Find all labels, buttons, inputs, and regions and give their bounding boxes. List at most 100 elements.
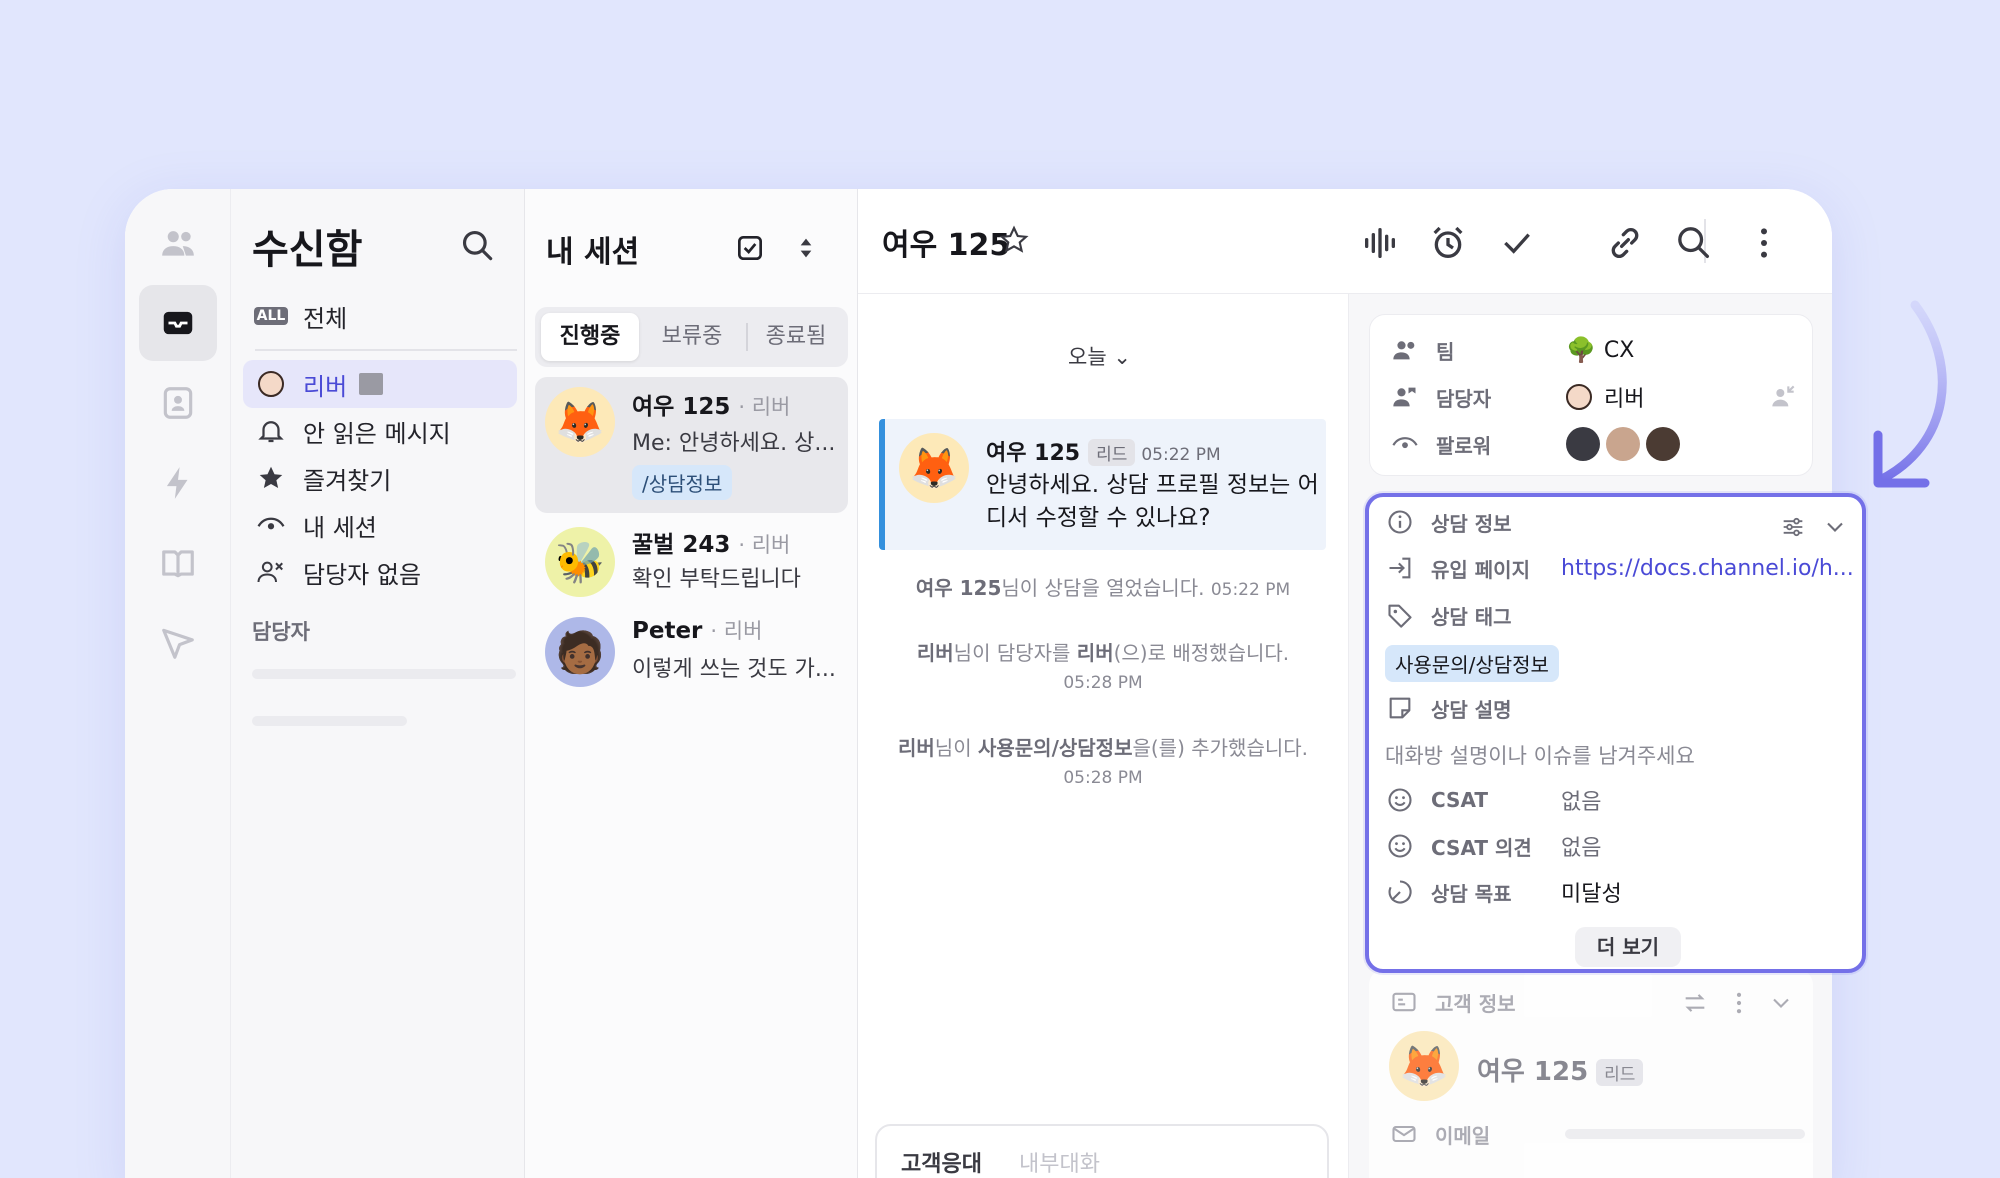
conversation-tag[interactable]: 사용문의/상담정보 (1385, 645, 1559, 682)
tab-customer-reply[interactable]: 고객응대 (901, 1146, 982, 1178)
customer-info-header[interactable]: 고객 정보 (1389, 987, 1565, 1017)
alarm-icon[interactable] (1428, 223, 1468, 263)
nav-user-river[interactable]: 리버 (243, 360, 517, 408)
desc-row: 상담 설명 (1385, 693, 1561, 723)
nav-unread[interactable]: 안 읽은 메시지 (243, 407, 517, 455)
composer[interactable]: 고객응대 내부대화 (875, 1124, 1329, 1178)
mail-icon (1389, 1119, 1419, 1149)
swap-icon[interactable] (1681, 989, 1709, 1017)
chevron-down-icon: ⌄ (1113, 345, 1131, 369)
link-icon[interactable] (1605, 223, 1645, 263)
session-card[interactable]: 🧑🏾 Peter · 리버 이렇게 쓰는 것도 가... (535, 609, 848, 745)
more-vertical-icon[interactable] (1744, 223, 1784, 263)
eye-icon (1390, 429, 1420, 459)
search-icon[interactable] (1674, 223, 1714, 263)
goal-row: 상담 목표 미달성 (1385, 876, 1622, 908)
email-row[interactable]: 이메일 (1389, 1119, 1805, 1149)
no-assignee-icon (255, 556, 287, 588)
unassign-icon[interactable] (1767, 381, 1799, 413)
check-icon[interactable] (1497, 223, 1537, 263)
nav-my-sessions[interactable]: 내 세션 (243, 501, 517, 549)
follower-row[interactable]: 팔로워 (1390, 427, 1680, 461)
avatar: 🦊 (899, 433, 969, 503)
more-vertical-icon[interactable] (1725, 989, 1753, 1017)
rail-inbox-button[interactable] (139, 285, 217, 361)
nav-unassigned[interactable]: 담당자 없음 (243, 548, 517, 596)
tab-closed[interactable]: 종료됨 (747, 313, 845, 361)
message-text: 안녕하세요. 상담 프로필 정보는 어디서 수정할 수 있나요? (986, 472, 1319, 531)
tab-snoozed[interactable]: 보류중 (643, 313, 741, 361)
loading-skeleton (252, 716, 407, 726)
tree-icon: 🌳 (1566, 336, 1596, 364)
tab-internal-chat[interactable]: 내부대화 (1019, 1146, 1100, 1178)
assignee-section-label: 담당자 (252, 620, 310, 644)
chevron-down-icon[interactable] (1767, 989, 1795, 1017)
divider (255, 349, 517, 351)
consultation-info-box: 상담 정보 유입 페이지 https://docs.channel.io/h..… (1365, 493, 1866, 973)
session-preview: 이렇게 쓰는 것도 가... (632, 657, 836, 682)
checkbox-icon[interactable] (734, 232, 766, 264)
show-more-button[interactable]: 더 보기 (1575, 927, 1681, 967)
tag-row: 상담 태그 (1385, 600, 1561, 630)
rail-contacts-button[interactable] (139, 205, 217, 281)
nav-rail (125, 189, 231, 1178)
description-input[interactable]: 대화방 설명이나 이슈를 남겨주세요 (1385, 740, 1695, 770)
pointer-arrow-icon (1873, 300, 1947, 488)
user-avatar-icon (255, 368, 287, 400)
avatar (1566, 427, 1600, 461)
voice-icon[interactable] (1360, 223, 1400, 263)
all-badge-icon: ALL (253, 300, 289, 332)
assignment-box: 팀 🌳 CX 담당자 리버 팔로워 (1369, 314, 1813, 476)
team-icon (1390, 335, 1420, 365)
note-icon (1385, 693, 1415, 723)
csat-row: CSAT 없음 (1385, 784, 1601, 816)
system-event: 리버님이 사용문의/상담정보을(를) 추가했습니다. 05:28 PM (897, 736, 1309, 788)
message-header: 여우 125 리드 05:22 PM (986, 439, 1221, 466)
inbox-title: 수신함 (252, 227, 363, 273)
sessions-list: 내 세션 진행중 보류중 종료됨 🦊 여우 125 · 리버 Me: 안녕하세요… (525, 189, 858, 1178)
nav-all[interactable]: ALL 전체 (243, 292, 517, 340)
rail-campaign-button[interactable] (139, 605, 217, 681)
info-header[interactable]: 상담 정보 (1385, 507, 1561, 537)
status-tabs: 진행중 보류중 종료됨 (535, 307, 848, 367)
page-row: 유입 페이지 https://docs.channel.io/h... (1385, 553, 1854, 583)
chat-message: 🦊 여우 125 리드 05:22 PM 안녕하세요. 상담 프로필 정보는 어디서… (879, 419, 1326, 550)
rail-profile-button[interactable] (139, 365, 217, 441)
sessions-title: 내 세션 (546, 235, 640, 270)
date-divider[interactable]: 오늘 ⌄ (1068, 341, 1131, 371)
contact-card-icon (163, 387, 193, 419)
chevron-down-icon[interactable] (1821, 513, 1849, 541)
nav-favorites[interactable]: 즐겨찾기 (243, 454, 517, 502)
building-icon (359, 373, 384, 395)
id-card-icon (1389, 987, 1419, 1017)
avatar (1566, 384, 1592, 410)
message-time: 05:22 PM (1141, 445, 1221, 465)
session-name: Peter · 리버 (632, 618, 763, 644)
nav-favorites-label: 즐겨찾기 (303, 466, 392, 495)
avatar: 🦊 (545, 387, 615, 457)
star-icon[interactable] (998, 224, 1030, 256)
nav-my-sessions-label: 내 세션 (303, 513, 377, 542)
nav-unassigned-label: 담당자 없음 (303, 560, 422, 589)
loading-skeleton (252, 669, 516, 679)
tab-open[interactable]: 진행중 (541, 313, 639, 361)
avatar (1646, 427, 1680, 461)
rail-automation-button[interactable] (139, 445, 217, 521)
rail-docs-button[interactable] (139, 525, 217, 601)
chat-title: 여우 125 (882, 228, 1011, 263)
info-icon (1385, 507, 1415, 537)
settings-sliders-icon[interactable] (1779, 513, 1807, 541)
people-icon (162, 231, 194, 256)
search-icon[interactable] (459, 227, 497, 265)
assignee-icon (1390, 382, 1420, 412)
avatar: 🐝 (545, 527, 615, 597)
eye-icon (255, 509, 287, 541)
bell-icon (255, 415, 287, 447)
page-link[interactable]: https://docs.channel.io/h... (1561, 556, 1854, 581)
assignee-row[interactable]: 담당자 리버 (1390, 381, 1644, 413)
send-icon (162, 628, 194, 659)
chat-area: 오늘 ⌄ 🦊 여우 125 리드 05:22 PM 안녕하세요. 상담 프로필 정보… (858, 189, 1348, 1178)
session-card[interactable]: 🦊 여우 125 · 리버 Me: 안녕하세요. 상... /상담정보 (535, 377, 848, 513)
sort-icon[interactable] (790, 232, 822, 264)
customer-name: 여우 125 리드 (1477, 1051, 1644, 1088)
